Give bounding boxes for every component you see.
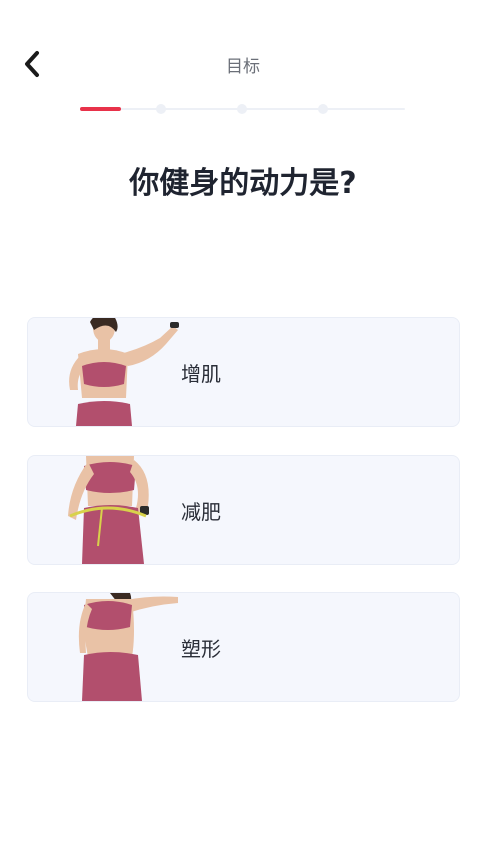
- option-label: 增肌: [181, 361, 221, 386]
- option-body-shaping[interactable]: 塑形: [27, 592, 460, 702]
- option-weight-loss[interactable]: 减肥: [27, 455, 460, 565]
- woman-posing-torso-photo: [78, 593, 178, 701]
- option-label: 塑形: [181, 636, 221, 661]
- woman-measuring-waist-photo: [68, 456, 149, 564]
- option-label: 减肥: [181, 499, 221, 524]
- option-muscle-gain[interactable]: 增肌: [27, 317, 460, 427]
- progress-step-dot: [318, 104, 328, 114]
- progress-step-dot: [156, 104, 166, 114]
- progress-indicator: [80, 103, 405, 115]
- question-heading: 你健身的动力是?: [129, 166, 357, 201]
- progress-step-dot: [237, 104, 247, 114]
- progress-fill: [80, 107, 121, 111]
- woman-flexing-arm-photo: [69, 318, 179, 426]
- page-title: 目标: [226, 57, 260, 77]
